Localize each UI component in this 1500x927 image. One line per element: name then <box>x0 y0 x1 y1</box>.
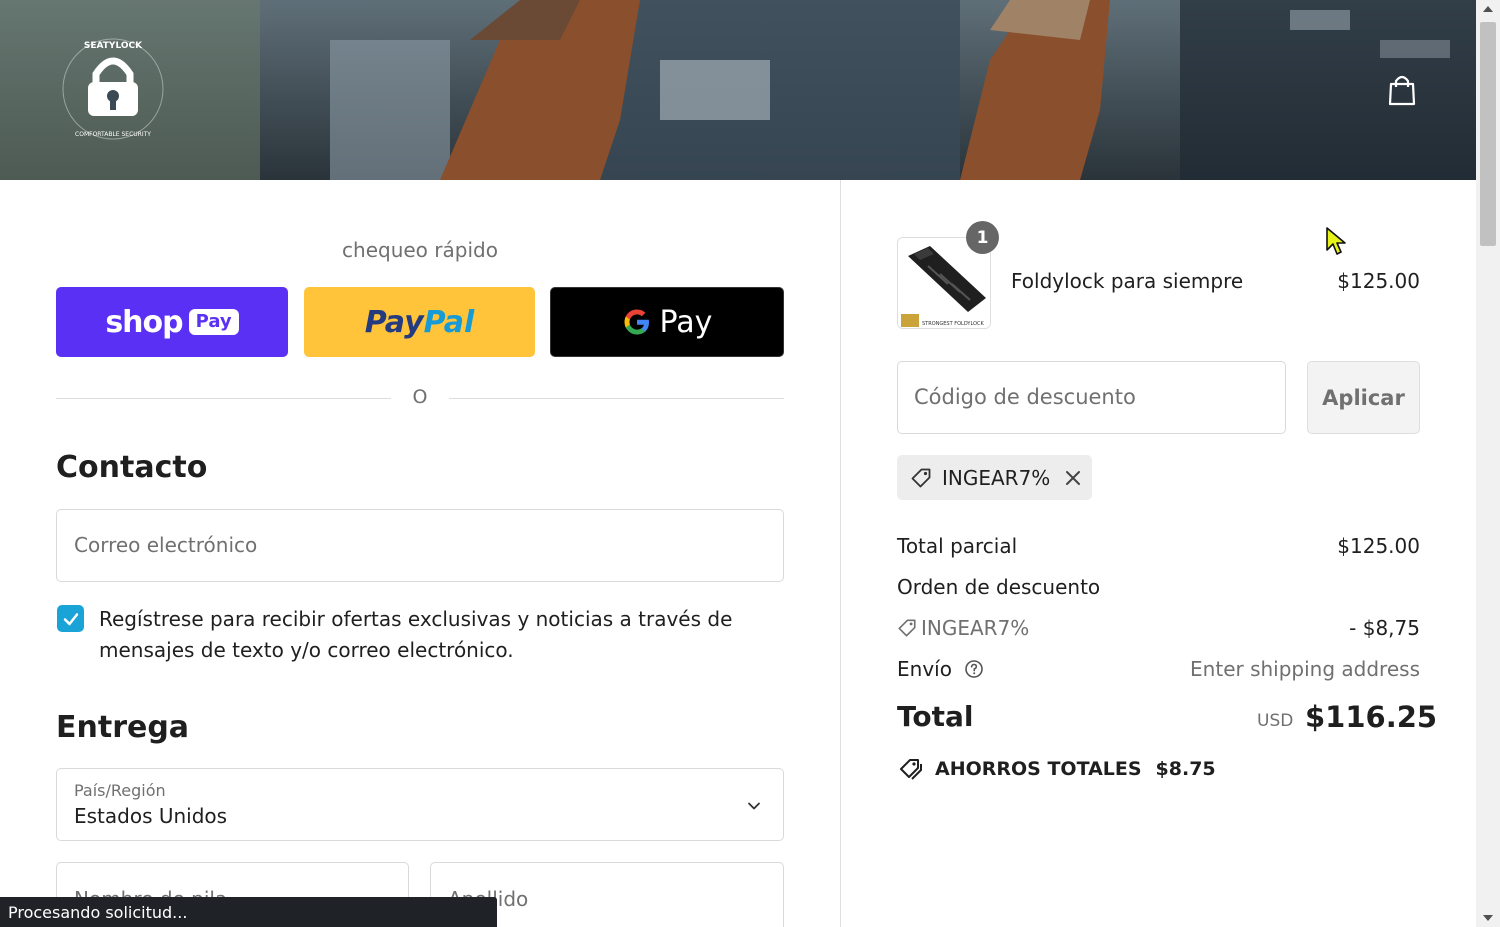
discount-code-row: INGEAR7% - $8,75 <box>897 616 1420 640</box>
tag-icon <box>911 468 931 487</box>
svg-text:SEATYLOCK: SEATYLOCK <box>84 41 143 51</box>
or-divider-right <box>449 398 784 399</box>
scroll-down-arrow-icon[interactable] <box>1483 915 1493 921</box>
order-discount-row: Orden de descuento <box>897 575 1420 599</box>
shop-pay-pill: Pay <box>188 309 239 335</box>
shop-pay-wordmark: shop <box>105 304 183 340</box>
seatylock-logo[interactable]: SEATYLOCK COMFORTABLE SECURITY <box>58 34 168 144</box>
paypal-wordmark: PayPal <box>364 304 475 340</box>
country-value: Estados Unidos <box>74 804 228 828</box>
country-select[interactable]: País/Región Estados Unidos <box>56 768 784 841</box>
svg-text:COMFORTABLE SECURITY: COMFORTABLE SECURITY <box>75 131 151 138</box>
mouse-cursor-icon <box>1326 227 1346 255</box>
shipping-value: Enter shipping address <box>1190 657 1420 681</box>
close-icon[interactable] <box>1064 469 1082 487</box>
google-pay-wordmark: Pay <box>659 304 713 340</box>
applied-discount-chip: INGEAR7% <box>897 455 1092 500</box>
total-value: $116.25 <box>1305 700 1438 734</box>
shipping-row: Envío Enter shipping address <box>897 657 1420 681</box>
svg-text:STRONGEST FOLDYLOCK: STRONGEST FOLDYLOCK <box>922 321 984 327</box>
shop-pay-button[interactable]: shop Pay <box>56 287 288 357</box>
subtotal-value: $125.00 <box>1337 534 1420 558</box>
quantity-badge: 1 <box>966 221 999 254</box>
subtotal-label: Total parcial <box>897 534 1018 558</box>
delivery-heading: Entrega <box>56 710 190 745</box>
scrollbar-thumb[interactable] <box>1480 22 1496 246</box>
chevron-down-icon <box>748 802 760 810</box>
page-scrollbar[interactable] <box>1476 0 1500 927</box>
discount-code-input[interactable]: Código de descuento <box>897 361 1286 434</box>
apply-discount-button[interactable]: Aplicar <box>1307 361 1420 434</box>
subtotal-row: Total parcial $125.00 <box>897 534 1420 558</box>
order-discount-label: Orden de descuento <box>897 575 1101 599</box>
discount-value: - $8,75 <box>1349 616 1420 640</box>
google-g-icon <box>624 309 649 335</box>
tag-icon <box>898 619 916 637</box>
total-label: Total <box>897 700 974 733</box>
shopping-bag-icon[interactable] <box>1385 72 1419 108</box>
header-banner: SEATYLOCK COMFORTABLE SECURITY <box>0 0 1476 180</box>
marketing-optin-label[interactable]: Regístrese para recibir ofertas exclusiv… <box>99 604 739 666</box>
column-divider <box>840 180 841 927</box>
scroll-up-arrow-icon[interactable] <box>1483 6 1493 12</box>
or-separator: O <box>412 386 428 408</box>
applied-discount-code: INGEAR7% <box>942 465 1051 490</box>
total-currency: USD <box>1257 711 1294 731</box>
product-price: $125.00 <box>1337 269 1420 293</box>
shipping-label: Envío <box>897 657 952 681</box>
product-name: Foldylock para siempre <box>1011 269 1244 293</box>
savings-label: AHORROS TOTALES <box>935 758 1142 780</box>
banner-photo <box>0 0 1476 180</box>
google-pay-button[interactable]: Pay <box>550 287 784 357</box>
paypal-button[interactable]: PayPal <box>304 287 535 357</box>
express-checkout-title: chequeo rápido <box>342 238 498 262</box>
discount-code-placeholder: Código de descuento <box>914 385 1136 409</box>
browser-status-bar: Procesando solicitud... <box>0 897 497 927</box>
discount-code-label: INGEAR7% <box>921 616 1030 640</box>
contact-heading: Contacto <box>56 450 208 485</box>
savings-tag-icon <box>900 759 922 780</box>
marketing-optin-checkbox[interactable] <box>57 605 84 632</box>
savings-value: $8.75 <box>1155 758 1216 780</box>
or-divider-left <box>56 398 391 399</box>
total-savings: AHORROS TOTALES $8.75 <box>897 757 1216 781</box>
checkmark-icon <box>63 612 78 625</box>
country-label: País/Región <box>74 781 166 800</box>
email-placeholder: Correo electrónico <box>74 533 258 557</box>
help-circle-icon[interactable] <box>964 659 984 679</box>
email-field[interactable]: Correo electrónico <box>56 509 784 582</box>
